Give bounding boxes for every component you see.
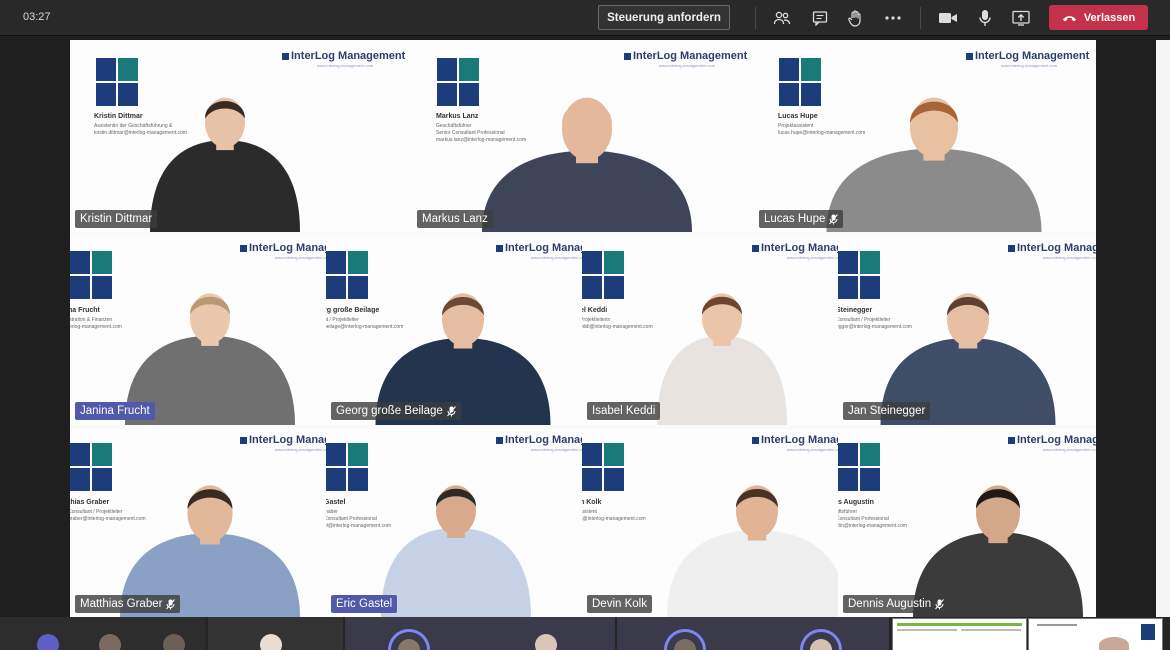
participant-video [326,237,582,425]
request-control-button[interactable]: Steuerung anfordern [598,5,730,30]
shared-screen-thumbnail[interactable] [1028,618,1163,650]
participant-name-tag: Janina Frucht [75,402,155,420]
participant-video-tile[interactable]: InterLog Management www.interlog-manageme… [70,40,412,232]
strip-group [0,617,205,650]
avatar[interactable] [535,634,557,650]
more-options-icon[interactable] [883,8,903,28]
participant-name-tag: Lucas Hupe [759,210,844,228]
participant-strip [0,617,1170,650]
participant-name: Isabel Keddi [592,405,656,417]
participant-video [838,429,1096,617]
muted-microphone-icon [446,405,456,417]
meeting-toolbar: 03:27 Steuerung anfordern Verlassen [0,0,1170,36]
participant-name-tag: Matthias Graber [75,595,181,613]
participant-name-tag: Markus Lanz [417,210,493,228]
participant-name: Eric Gastel [336,598,393,610]
participant-video-tile[interactable]: InterLog Managemwww.interlog-management.… [70,237,326,425]
toolbar-divider [920,7,921,29]
participant-video-tile[interactable]: InterLog Managemwww.interlog-management.… [582,429,838,617]
raise-hand-icon[interactable] [845,8,865,28]
participant-name: Matthias Graber [80,598,163,610]
participant-video [582,237,838,425]
participant-video-tile[interactable]: InterLog Managemwww.interlog-management.… [326,429,582,617]
toolbar-divider [755,7,756,29]
participant-video-tile[interactable]: InterLog Managemwww.interlog-management.… [582,237,838,425]
hang-up-icon [1062,14,1077,22]
shared-screen-thumbnail[interactable] [892,618,1027,650]
muted-microphone-icon [935,598,945,610]
participant-name-tag: Kristin Dittmar [75,210,158,228]
thumbnail-logo [1141,624,1155,640]
thumbnail-line [897,629,957,631]
side-panel-edge [1156,40,1170,617]
participant-video-tile[interactable]: InterLog Managemwww.interlog-management.… [838,429,1096,617]
thumbnail-person [1099,637,1129,650]
participant-name: Dennis Augustin [848,598,932,610]
participant-video [412,40,754,232]
thumbnail-line [961,629,1021,631]
avatar[interactable] [37,634,59,650]
avatar[interactable] [163,634,185,650]
teams-meeting-window: { "meeting": { "timer": "03:27", "reques… [0,0,1170,650]
strip-group [617,617,889,650]
participant-video-tile[interactable]: InterLog Management www.interlog-manageme… [412,40,754,232]
participant-name-tag: Isabel Keddi [587,402,661,420]
participant-video [70,237,326,425]
avatar[interactable] [99,634,121,650]
participant-name: Devin Kolk [592,598,647,610]
participants-icon[interactable] [772,8,792,28]
participant-name: Jan Steinegger [848,405,926,417]
participant-name: Markus Lanz [422,213,488,225]
participant-video [70,40,412,232]
camera-icon[interactable] [938,8,958,28]
participant-name-tag: Devin Kolk [587,595,652,613]
avatar[interactable] [260,634,282,650]
thumbnail-bar [897,623,1022,626]
participant-video [70,429,326,617]
strip-group [345,617,615,650]
participant-name: Lucas Hupe [764,213,826,225]
participant-video-tile[interactable]: InterLog Managemwww.interlog-management.… [326,237,582,425]
participant-video-tile[interactable]: InterLog Managemwww.interlog-management.… [838,237,1096,425]
microphone-icon[interactable] [975,8,995,28]
participant-video [582,429,838,617]
participant-name: Georg große Beilage [336,405,443,417]
muted-microphone-icon [166,598,176,610]
chat-icon[interactable] [810,8,830,28]
participant-name-tag: Eric Gastel [331,595,398,613]
participant-video [326,429,582,617]
video-gallery: InterLog Management www.interlog-manageme… [70,40,1096,617]
leave-button[interactable]: Verlassen [1049,5,1148,30]
participant-name: Kristin Dittmar [80,213,153,225]
strip-group [208,617,343,650]
participant-name-tag: Georg große Beilage [331,402,461,420]
participant-video [754,40,1096,232]
participant-name: Janina Frucht [80,405,150,417]
participant-video-tile[interactable]: InterLog Management www.interlog-manageme… [754,40,1096,232]
meeting-timer: 03:27 [23,11,51,23]
participant-name-tag: Jan Steinegger [843,402,931,420]
leave-label: Verlassen [1083,11,1136,24]
thumbnail-line [1037,624,1077,626]
share-screen-icon[interactable] [1011,8,1031,28]
participant-video [838,237,1096,425]
participant-video-tile[interactable]: InterLog Managemwww.interlog-management.… [70,429,326,617]
muted-microphone-icon [829,213,839,225]
participant-name-tag: Dennis Augustin [843,595,950,613]
